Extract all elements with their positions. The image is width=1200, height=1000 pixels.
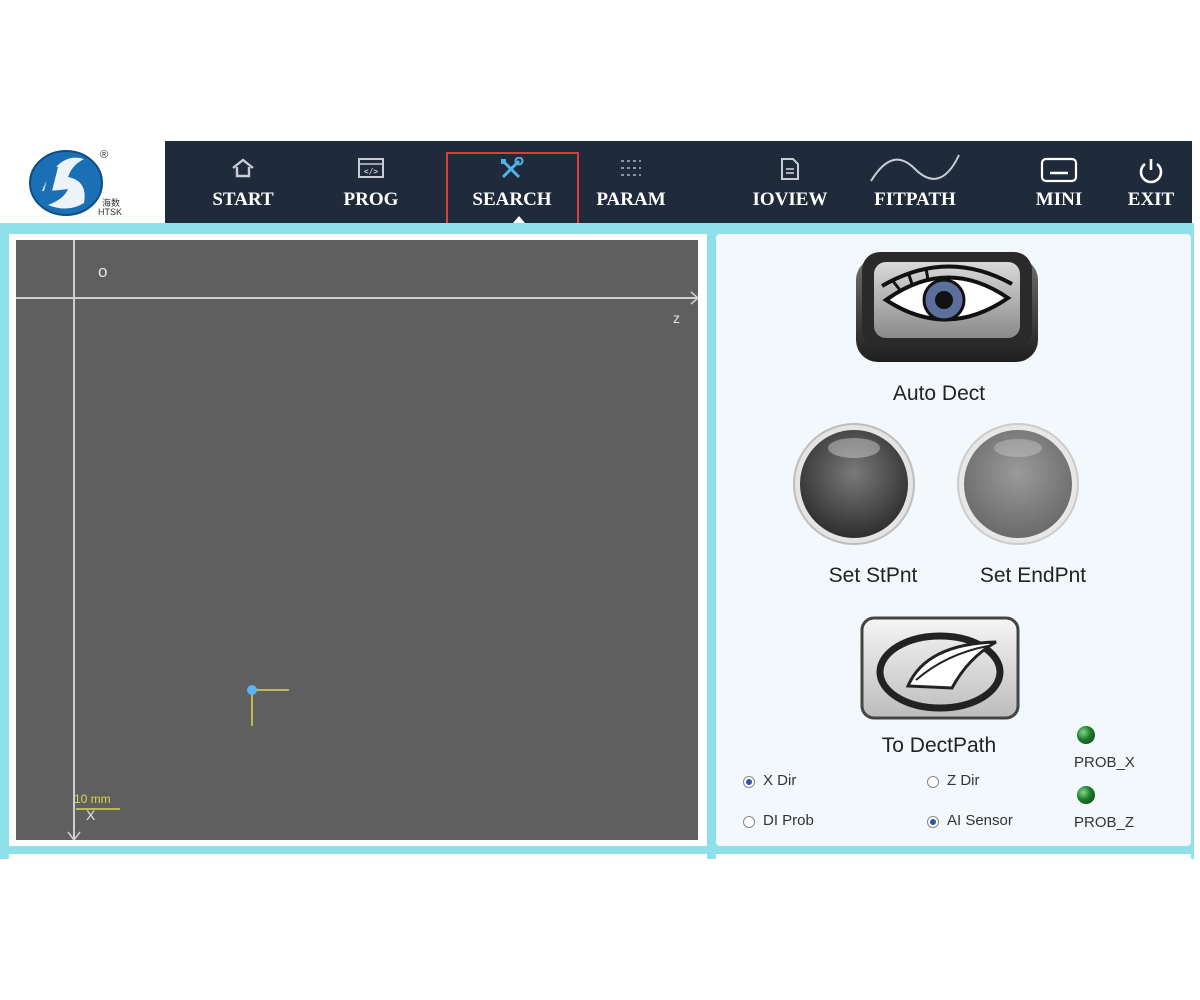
nav-exit-button[interactable]: EXIT [1121, 141, 1181, 223]
scale-label: 10 mm [74, 792, 111, 806]
path-swoosh-icon [860, 616, 1020, 720]
nav-search-button[interactable]: SEARCH [447, 141, 577, 223]
home-icon [232, 158, 254, 178]
htsk-logo [29, 150, 103, 216]
set-end-label: Set EndPnt [979, 564, 1087, 587]
nav-start-button[interactable]: START [203, 141, 283, 223]
nav-mini-label: MINI [1035, 189, 1083, 210]
x-axis-label: X [86, 807, 96, 823]
nav-fitpath-button[interactable]: FITPATH [865, 141, 965, 223]
power-icon [1139, 159, 1163, 184]
nav-start-label: START [212, 189, 274, 210]
di-prob-label: DI Prob [763, 812, 814, 829]
z-axis-label: z [673, 310, 680, 326]
z-dir-radio[interactable] [927, 776, 939, 788]
x-dir-label: X Dir [763, 772, 797, 789]
selected-tab-caret [513, 216, 525, 223]
document-icon [781, 158, 799, 180]
ai-sensor-radio[interactable] [927, 816, 939, 828]
set-start-label: Set StPnt [828, 564, 918, 587]
bottom-strip-left [9, 854, 707, 859]
x-dir-radio[interactable] [743, 776, 755, 788]
origin-marker: o [98, 262, 108, 281]
to-dectpath-button[interactable] [856, 614, 1024, 724]
list-settings-icon [621, 160, 641, 176]
set-start-button[interactable] [792, 422, 916, 546]
nav-param-button[interactable]: PARAM [591, 141, 671, 223]
minimize-icon [1040, 157, 1078, 183]
set-end-button[interactable] [956, 422, 1080, 546]
prob-x-label: PROB_X [1074, 754, 1135, 771]
nav-fitpath-label: FITPATH [874, 189, 956, 210]
nav-search-label: SEARCH [472, 189, 552, 210]
tools-icon [501, 157, 524, 179]
auto-dect-label: Auto Dect [892, 382, 986, 405]
z-dir-label: Z Dir [947, 772, 980, 789]
ai-sensor-label: AI Sensor [947, 812, 1013, 829]
curve-icon [870, 154, 960, 182]
nav-ioview-label: IOVIEW [752, 189, 828, 210]
prob-x-led-icon [1077, 726, 1095, 744]
auto-dect-button[interactable] [852, 250, 1042, 366]
nav-mini-button[interactable]: MINI [1023, 141, 1095, 223]
path-canvas[interactable]: o z 10 mm X [16, 240, 698, 840]
prob-z-label: PROB_Z [1074, 814, 1135, 831]
nav-exit-label: EXIT [1127, 189, 1175, 210]
eye-icon [856, 252, 1038, 362]
top-nav-bar: START </> PROG SEARCH PARAM IOVIEW FITPA… [165, 141, 1192, 223]
logo-area: ® 海数 HTSK [0, 141, 165, 223]
prob-z-led-icon [1077, 786, 1095, 804]
nav-param-label: PARAM [596, 189, 666, 210]
svg-text:</>: </> [364, 167, 379, 176]
registered-mark: ® [100, 149, 109, 161]
round-button-light-icon [957, 423, 1079, 545]
canvas-axes [16, 240, 698, 840]
logo-text-en: HTSK [98, 207, 123, 217]
nav-prog-button[interactable]: </> PROG [331, 141, 411, 223]
nav-prog-label: PROG [343, 189, 399, 210]
to-dectpath-label: To DectPath [881, 734, 997, 757]
bottom-strip-right [716, 854, 1191, 859]
code-window-icon: </> [358, 158, 384, 178]
di-prob-radio[interactable] [743, 816, 755, 828]
round-button-dark-icon [793, 423, 915, 545]
control-panel: Auto Dect Set StPnt Set EndPnt To DectPa… [716, 234, 1191, 846]
nav-ioview-button[interactable]: IOVIEW [745, 141, 835, 223]
